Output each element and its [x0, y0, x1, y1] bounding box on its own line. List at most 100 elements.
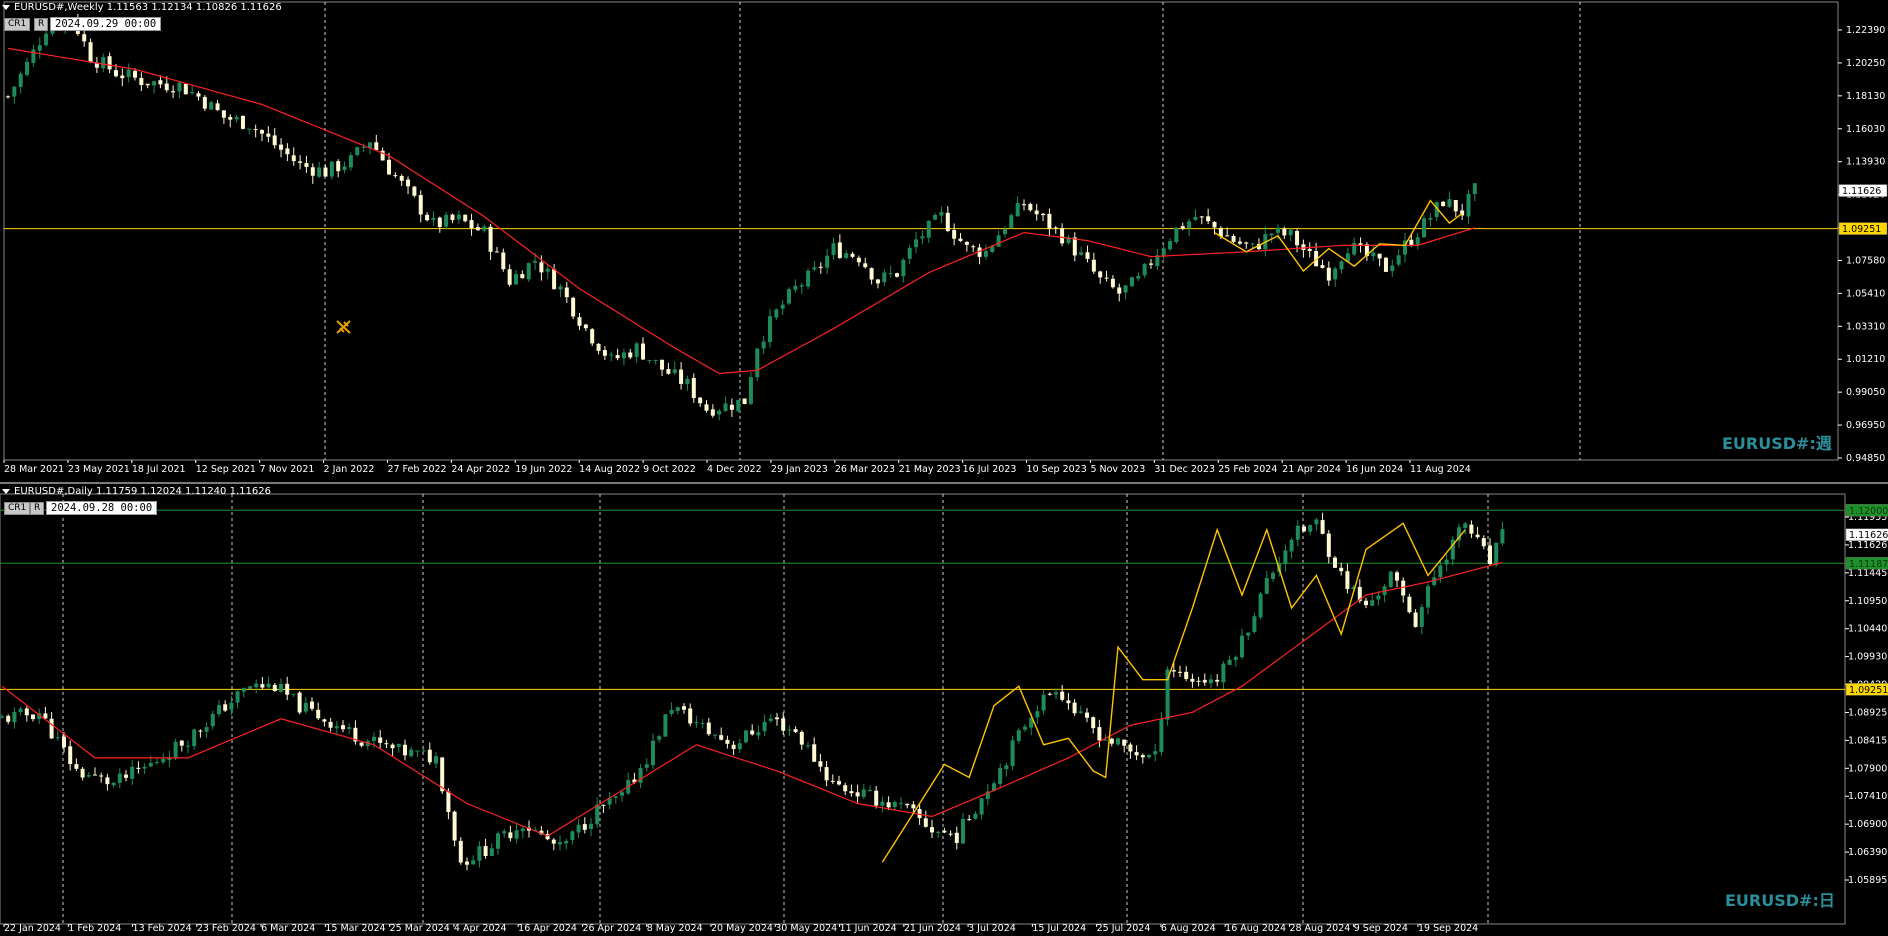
price-axis-label: 1.06900: [1848, 819, 1887, 830]
price-axis-label: 1.10440: [1848, 624, 1887, 635]
candle-body: [105, 777, 110, 785]
time-axis-label: 21 Jun 2024: [904, 923, 961, 934]
candle-body: [1407, 596, 1412, 613]
weekly-chart-canvas[interactable]: 28 Mar 2021 23 May 2021 18 Jul 2021 12 Sep …: [0, 0, 1888, 482]
price-axis-label: 1.07900: [1848, 763, 1887, 774]
candle-body: [1178, 671, 1182, 673]
candle-body: [266, 133, 271, 137]
candle-body: [1116, 738, 1120, 745]
price-axis-label: 1.10950: [1848, 596, 1887, 607]
candle-body: [387, 159, 391, 175]
chevron-down-icon[interactable]: [2, 4, 10, 10]
r-chip[interactable]: R: [34, 18, 49, 31]
candle-body: [55, 737, 60, 739]
daily-datetime-box[interactable]: 2024.09.28 00:00: [46, 501, 158, 515]
candle-body: [1244, 242, 1249, 244]
candle-body: [260, 130, 264, 134]
time-axis-label: 26 Mar 2023: [835, 464, 895, 475]
candle-body: [806, 270, 811, 287]
candle-body: [192, 729, 197, 747]
candle-body: [1147, 754, 1151, 758]
candle-body: [744, 730, 748, 743]
candle-body: [111, 782, 116, 786]
time-axis-label: 16 Jul 2023: [963, 464, 1017, 475]
candle-body: [317, 167, 322, 177]
candle-body: [196, 93, 201, 97]
candle-body: [1149, 263, 1153, 265]
candle-body: [602, 350, 607, 356]
candle-body: [628, 352, 633, 358]
candle-body: [1110, 278, 1115, 288]
cr1-chip[interactable]: CR1: [4, 502, 31, 515]
daily-watermark: EURUSD#:日: [1725, 891, 1835, 910]
candle-body: [1320, 520, 1325, 534]
candle-body: [717, 410, 722, 415]
candle-body: [818, 266, 823, 268]
candle-body: [933, 214, 938, 220]
candle-body: [1016, 730, 1021, 742]
candle-body: [967, 819, 972, 821]
moving-average-line: [7, 47, 1475, 375]
time-axis-label: 16 Jun 2024: [1346, 464, 1403, 475]
candle-body: [161, 758, 166, 763]
candle-body: [342, 166, 347, 171]
candle-body: [171, 91, 176, 93]
time-axis-label: 21 Apr 2024: [1282, 464, 1341, 475]
plot-area-border: [3, 1, 1839, 461]
daily-chart-canvas[interactable]: 22 Jan 2024 1 Feb 2024 13 Feb 2024 23 Feb 2…: [0, 484, 1888, 936]
candle-body: [589, 823, 593, 830]
candle-body: [583, 324, 588, 329]
candle-body: [403, 744, 407, 756]
candle-body: [488, 226, 493, 252]
weekly-datetime-box[interactable]: 2024.09.29 00:00: [50, 17, 162, 31]
daily-chart-pane[interactable]: 22 Jan 2024 1 Feb 2024 13 Feb 2024 23 Feb 2…: [0, 484, 1888, 936]
candle-body: [1314, 519, 1319, 525]
candle-body: [334, 726, 339, 729]
candle-body: [1187, 221, 1192, 229]
candle-body: [1028, 203, 1033, 211]
time-axis-label: 5 Nov 2023: [1090, 464, 1145, 475]
candle-body: [359, 742, 364, 746]
candle-body: [1171, 670, 1176, 672]
zoom-out-icon[interactable]: [335, 318, 353, 336]
cr1-chip[interactable]: CR1: [4, 18, 31, 31]
candle-body: [12, 712, 17, 723]
candle-body: [409, 749, 414, 757]
candle-body: [983, 250, 988, 257]
candle-body: [1413, 612, 1418, 627]
candle-body: [285, 148, 290, 155]
candle-body: [1469, 524, 1474, 534]
chevron-down-icon[interactable]: [2, 488, 10, 494]
candle-body: [514, 830, 519, 839]
candle-body: [1047, 693, 1052, 695]
r-chip[interactable]: R: [30, 502, 45, 515]
candle-body: [682, 706, 686, 710]
weekly-chart-pane[interactable]: 28 Mar 2021 23 May 2021 18 Jul 2021 12 Sep …: [0, 0, 1888, 482]
candle-body: [126, 69, 131, 78]
candle-body: [68, 746, 73, 765]
candle-body: [1339, 567, 1344, 572]
candle-body: [793, 729, 798, 733]
candle-body: [1184, 671, 1189, 680]
candle-body: [107, 56, 112, 70]
candle-body: [304, 163, 309, 167]
candle-body: [719, 735, 724, 740]
candle-body: [1250, 243, 1255, 245]
candle-body: [685, 378, 690, 385]
candle-body: [139, 77, 144, 86]
time-axis-label: 16 Apr 2024: [518, 923, 577, 934]
candle-body: [964, 242, 969, 245]
candle-body: [1419, 607, 1424, 627]
candle-body: [471, 860, 476, 865]
candle-body: [875, 279, 880, 284]
candle-body: [1333, 268, 1338, 280]
candle-body: [558, 286, 563, 290]
candle-body: [675, 707, 680, 711]
candle-body: [469, 220, 474, 229]
candle-body: [113, 70, 118, 77]
candle-body: [1301, 244, 1306, 251]
candle-body: [939, 212, 944, 216]
candle-body: [1134, 752, 1139, 756]
time-axis-label: 18 Jul 2021: [132, 464, 186, 475]
candle-body: [446, 791, 451, 813]
